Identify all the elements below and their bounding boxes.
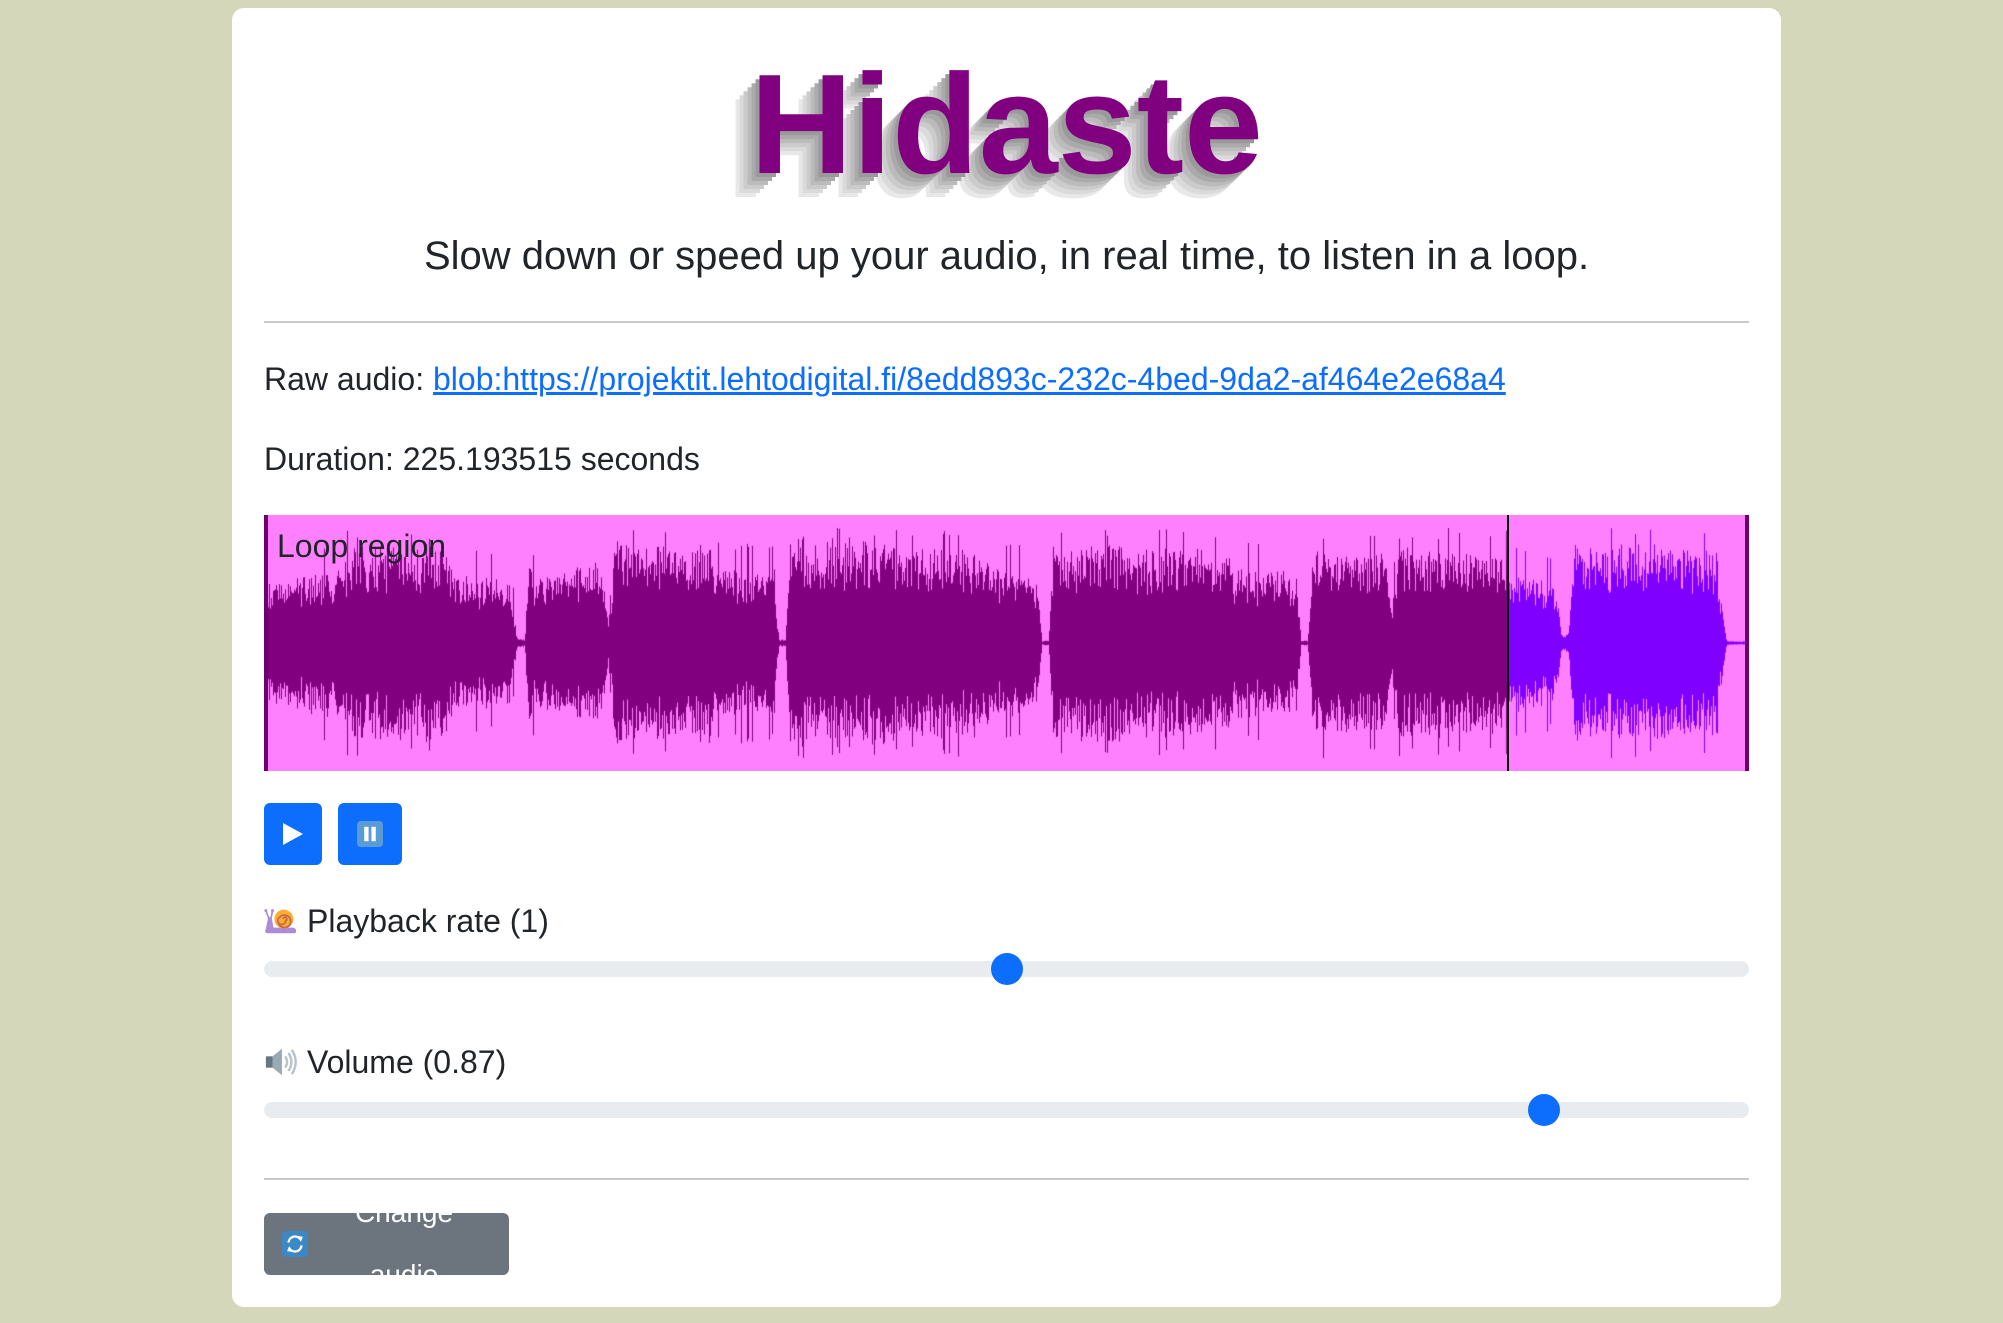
loop-region-start-handle[interactable] [264,515,268,771]
pause-button[interactable] [338,803,402,865]
play-button[interactable] [264,803,322,865]
change-audio-button[interactable]: Change audio [264,1197,509,1290]
play-icon-svg [283,823,303,845]
change-audio-label: Change audio [354,1197,454,1290]
snail-antenna-tip-right [270,909,275,913]
snail-antenna-tip-left [264,909,268,913]
playback-cursor [1507,515,1510,771]
play-icon [283,823,303,845]
speaker-wave-medium [287,1052,293,1072]
speaker-icon-svg [265,1048,297,1076]
transport-controls [264,803,1749,865]
volume-label: Volume (0.87) [264,1038,1749,1086]
snail-icon-svg [264,909,297,934]
speaker-cone [272,1048,282,1076]
refresh-icon [282,1231,308,1257]
volume-thumb[interactable] [1528,1094,1561,1126]
speaker-box [265,1056,273,1068]
duration-label: Duration: [264,441,394,477]
loop-region-label: Loop region [277,528,447,564]
duration-value: 225.193515 seconds [402,441,700,477]
playback-rate-thumb[interactable] [990,953,1023,985]
playback-rate-slider[interactable] [264,945,1749,993]
playback-rate-label: Playback rate (1) [264,897,1749,945]
pause-bar-left [364,826,369,842]
pause-icon-svg [357,821,383,847]
raw-audio-label: Raw audio: [264,361,425,397]
volume-slider[interactable] [264,1086,1749,1134]
refresh-icon-svg [282,1231,308,1257]
divider-top [264,321,1749,323]
speaker-icon [264,1046,298,1078]
divider-bottom [264,1178,1749,1180]
playback-rate-text: Playback rate (1) [307,903,549,939]
raw-audio-link[interactable]: blob:https://projektit.lehtodigital.fi/8… [433,361,1506,397]
duration-row: Duration: 225.193515 seconds [264,435,1749,483]
snail-icon [264,905,298,937]
pause-bar-right [371,826,376,842]
app-subtitle: Slow down or speed up your audio, in rea… [423,234,1590,278]
app-card: Hidaste Slow down or speed up your audio… [232,8,1781,1307]
play-triangle [283,823,303,845]
volume-text: Volume (0.87) [307,1044,507,1080]
speaker-wave-small [284,1056,289,1068]
app-title: Hidaste [750,45,1263,204]
loop-region[interactable]: Loop region [264,515,1749,771]
loop-region-end-handle[interactable] [1745,515,1749,771]
speaker-wave-large [291,1049,297,1075]
volume-track[interactable] [264,1102,1749,1118]
raw-audio-row: Raw audio: blob:https://projektit.lehtod… [264,355,1749,403]
pause-icon [357,821,383,847]
waveform[interactable]: Loop region [264,515,1749,771]
pause-icon-tile [357,821,383,847]
refresh-icon-tile [282,1231,308,1257]
